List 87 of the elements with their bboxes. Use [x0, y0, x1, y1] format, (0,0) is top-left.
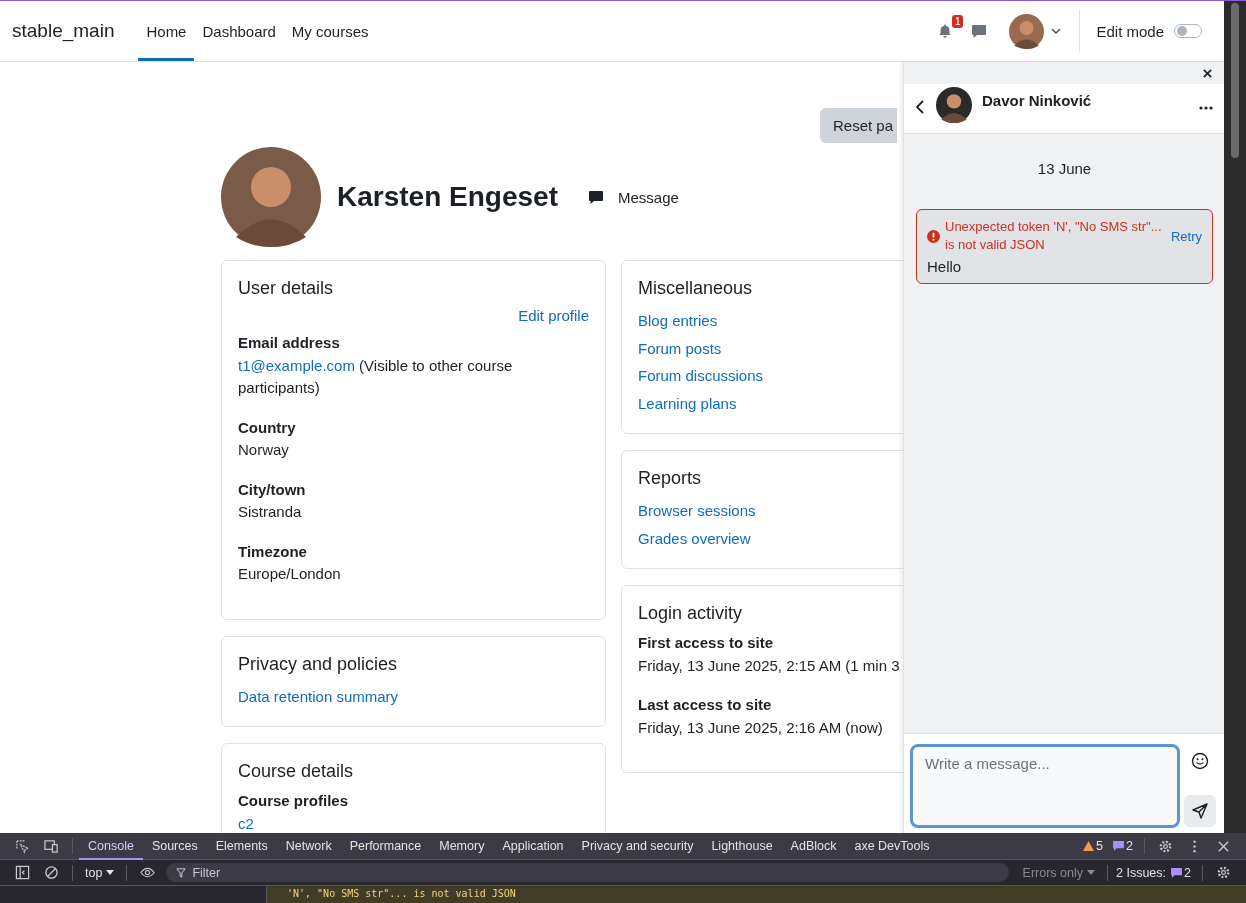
field-label: First access to site — [638, 633, 775, 653]
field-label: Course profiles — [238, 791, 350, 811]
devtools-tab[interactable]: Lighthouse — [702, 832, 782, 860]
devtools-tab[interactable]: Elements — [206, 832, 277, 860]
field-label: Timezone — [238, 541, 308, 562]
card-link[interactable]: Data retention summary — [238, 687, 399, 705]
issues-count[interactable]: 2 — [1171, 865, 1191, 880]
message-icon — [1113, 841, 1125, 851]
card-link[interactable]: Forum posts — [638, 339, 722, 357]
message-count[interactable]: 2 — [1113, 839, 1133, 853]
field-value: Friday, 13 June 2025, 2:16 AM (now) — [638, 717, 884, 738]
card-link[interactable]: Forum discussions — [638, 367, 764, 384]
message-text: Hello — [927, 258, 963, 275]
context-dropdown[interactable]: top — [79, 865, 121, 880]
nav-link[interactable]: Dashboard — [194, 1, 284, 61]
field-value: Norway — [238, 440, 290, 460]
message-date: 13 June — [1036, 160, 1093, 177]
scrollbar-thumb[interactable] — [1231, 3, 1239, 158]
warning-icon — [1083, 841, 1095, 851]
levels-dropdown[interactable]: Errors only — [1016, 865, 1101, 880]
caret-icon — [106, 870, 115, 875]
card-link[interactable]: Blog entries — [638, 312, 718, 329]
send-button[interactable] — [1184, 795, 1217, 827]
card-title: Reports — [638, 468, 703, 489]
card-title: Privacy and policies — [238, 653, 399, 675]
field-label: City/town — [238, 479, 307, 500]
field-value: Friday, 13 June 2025, 2:15 AM (1 min 3 — [638, 655, 901, 676]
profile-name: Karsten Engeset — [337, 181, 558, 213]
caret-icon[interactable] — [1051, 28, 1062, 34]
more-icon[interactable] — [1199, 106, 1213, 110]
eye-icon[interactable] — [140, 865, 156, 880]
chat-icon — [587, 189, 604, 205]
devtools-tab[interactable]: axe DevTools — [845, 832, 939, 860]
inspect-icon[interactable] — [15, 838, 30, 854]
sidebar-icon[interactable] — [15, 865, 30, 880]
devtools-tab[interactable]: Performance — [340, 832, 431, 860]
site-name[interactable]: stable_main — [12, 20, 115, 42]
reset-page-button[interactable]: Reset pa — [819, 108, 897, 143]
card-title: Miscellaneous — [638, 278, 754, 299]
chat-icon[interactable] — [971, 23, 988, 39]
settings-icon[interactable] — [1216, 865, 1231, 880]
field-label: Last access to site — [638, 695, 773, 715]
caret-icon — [1087, 870, 1095, 875]
close-icon[interactable] — [1202, 67, 1213, 79]
edit-profile-link[interactable]: Edit profile — [518, 307, 589, 324]
filter-icon — [176, 867, 187, 878]
nav-link[interactable]: My courses — [283, 1, 377, 61]
retry-link[interactable]: Retry — [1170, 228, 1202, 244]
filter-field[interactable]: Filter — [166, 863, 1009, 882]
message-icon — [1171, 867, 1183, 878]
message-link[interactable]: Message — [587, 188, 679, 206]
devtools-tab[interactable]: Sources — [142, 832, 207, 860]
field-label: Country — [238, 417, 297, 438]
field-value: t1@example.com (Visible to other course participants) — [238, 355, 514, 398]
warning-count[interactable]: 5 — [1083, 839, 1104, 853]
field-value: Europe/London — [238, 564, 342, 584]
card-title: Course details — [238, 761, 355, 782]
emoji-icon[interactable] — [1191, 752, 1210, 770]
field-value: Sistranda — [238, 502, 303, 522]
contact-name: Davor Ninković — [982, 92, 1093, 109]
console-warning: 'N', "No SMS str"... is not valid JSON — [267, 886, 1246, 903]
message-input[interactable]: Write a message... — [910, 744, 1180, 828]
avatar — [936, 87, 972, 123]
card-title: Login activity — [638, 603, 744, 624]
avatar — [1009, 13, 1045, 49]
clear-icon[interactable] — [44, 865, 59, 880]
field-link[interactable]: c2 — [238, 814, 254, 832]
back-icon[interactable] — [916, 100, 924, 114]
settings-icon[interactable] — [1158, 838, 1173, 854]
devtools-tab[interactable]: Memory — [430, 832, 494, 860]
devtools-tab[interactable]: Privacy and security — [572, 832, 703, 860]
notification-badge: 1 — [951, 15, 964, 28]
send-icon — [1192, 803, 1209, 819]
card-title: User details — [238, 278, 335, 299]
issues-label: 2 Issues: — [1116, 865, 1167, 880]
error-icon — [927, 229, 940, 243]
edit-mode-label: Edit mode — [1096, 22, 1164, 40]
devtools-tab[interactable]: Network — [276, 832, 341, 860]
card-link[interactable]: Learning plans — [638, 394, 737, 412]
device-icon[interactable] — [44, 838, 59, 854]
error-message: Unexpected token 'N', "No SMS str"... is not valid JSON — [945, 218, 1163, 254]
field-label: Email address — [238, 333, 341, 353]
devtools-tab[interactable]: AdBlock — [781, 832, 846, 860]
card-link[interactable]: Browser sessions — [638, 502, 756, 519]
field-link[interactable]: t1@example.com — [238, 356, 355, 374]
devtools-tab[interactable]: Application — [493, 832, 573, 860]
card-link[interactable]: Grades overview — [638, 529, 751, 547]
